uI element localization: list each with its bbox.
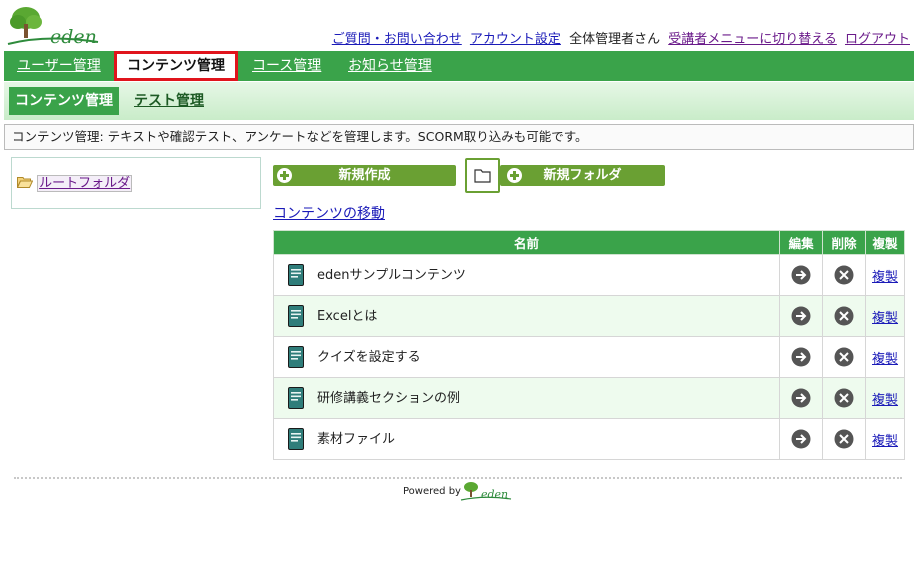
powered-by-label: Powered by bbox=[403, 486, 461, 497]
content-name-cell[interactable]: 素材ファイル bbox=[272, 418, 781, 460]
content-book-icon bbox=[288, 264, 304, 287]
content-name-cell[interactable]: クイズを設定する bbox=[272, 336, 781, 378]
content-name[interactable]: クイズを設定する bbox=[317, 350, 421, 365]
copy-cell: 複製 bbox=[865, 418, 905, 460]
copy-cell: 複製 bbox=[865, 254, 905, 296]
content-name-cell[interactable]: 研修講義セクションの例 bbox=[272, 377, 781, 419]
move-contents-link[interactable]: コンテンツの移動 bbox=[273, 203, 385, 223]
content-name[interactable]: edenサンプルコンテンツ bbox=[317, 268, 466, 283]
content-name[interactable]: Excelとは bbox=[317, 309, 377, 324]
arrow-right-icon[interactable] bbox=[791, 306, 811, 326]
folder-icon bbox=[474, 169, 491, 183]
content-name[interactable]: 素材ファイル bbox=[317, 432, 395, 447]
copy-link[interactable]: 複製 bbox=[872, 352, 898, 367]
arrow-right-icon[interactable] bbox=[791, 429, 811, 449]
tab-course-management[interactable]: コース管理 bbox=[252, 51, 321, 81]
delete-x-icon[interactable] bbox=[834, 388, 854, 408]
logo-text: eden bbox=[50, 26, 97, 48]
content-name-cell[interactable]: edenサンプルコンテンツ bbox=[272, 254, 781, 296]
delete-cell bbox=[822, 295, 867, 337]
delete-cell bbox=[822, 336, 867, 378]
delete-x-icon[interactable] bbox=[834, 347, 854, 367]
header: eden ご質問・お問い合わせ アカウント設定 全体管理者さん 受講者メニューに… bbox=[0, 0, 916, 48]
footer-logo-text: eden bbox=[481, 488, 508, 501]
copy-cell: 複製 bbox=[865, 336, 905, 378]
copy-cell: 複製 bbox=[865, 295, 905, 337]
edit-cell bbox=[779, 295, 824, 337]
switch-learner-menu-link[interactable]: 受講者メニューに切り替える bbox=[668, 32, 837, 47]
arrow-right-icon[interactable] bbox=[791, 265, 811, 285]
delete-x-icon[interactable] bbox=[834, 306, 854, 326]
contents-table: 名前 編集 削除 複製 edenサンプルコンテンツ 複製 Excelとは 複製 クイズを… bbox=[272, 230, 905, 460]
new-folder-button[interactable]: 新規フォルダ bbox=[500, 165, 665, 186]
content-book-icon bbox=[288, 428, 304, 451]
table-row: 研修講義セクションの例 複製 bbox=[272, 377, 905, 419]
col-delete-header: 削除 bbox=[822, 230, 867, 255]
subtab-test-management[interactable]: テスト管理 bbox=[134, 87, 204, 115]
subtab-content-management[interactable]: コンテンツ管理 bbox=[9, 87, 119, 115]
content-book-icon bbox=[288, 346, 304, 369]
account-settings-link[interactable]: アカウント設定 bbox=[470, 32, 561, 47]
edit-cell bbox=[779, 336, 824, 378]
table-row: edenサンプルコンテンツ 複製 bbox=[272, 254, 905, 296]
tab-user-management[interactable]: ユーザー管理 bbox=[17, 51, 101, 81]
footer-divider bbox=[14, 477, 902, 479]
eden-logo[interactable]: eden bbox=[6, 4, 102, 48]
root-folder-link[interactable]: ルートフォルダ bbox=[37, 175, 133, 192]
table-row: Excelとは 複製 bbox=[272, 295, 905, 337]
table-row: 素材ファイル 複製 bbox=[272, 418, 905, 460]
new-create-label: 新規作成 bbox=[338, 168, 391, 183]
logout-link[interactable]: ログアウト bbox=[845, 32, 910, 47]
content-book-icon bbox=[288, 305, 304, 328]
content-name-cell[interactable]: Excelとは bbox=[272, 295, 781, 337]
delete-cell bbox=[822, 254, 867, 296]
folder-icon-button[interactable] bbox=[465, 158, 500, 193]
content-book-icon bbox=[288, 387, 304, 410]
edit-cell bbox=[779, 377, 824, 419]
eden-footer-logo[interactable]: eden bbox=[459, 480, 513, 504]
arrow-right-icon[interactable] bbox=[791, 388, 811, 408]
col-name-header: 名前 bbox=[272, 230, 781, 255]
contact-link[interactable]: ご質問・お問い合わせ bbox=[332, 32, 462, 47]
top-links: ご質問・お問い合わせ アカウント設定 全体管理者さん 受講者メニューに切り替える… bbox=[328, 28, 910, 47]
delete-cell bbox=[822, 377, 867, 419]
folder-open-icon bbox=[17, 177, 33, 188]
tab-content-management[interactable]: コンテンツ管理 bbox=[114, 51, 238, 81]
table-header-row: 名前 編集 削除 複製 bbox=[272, 230, 905, 255]
col-edit-header: 編集 bbox=[779, 230, 824, 255]
table-row: クイズを設定する 複製 bbox=[272, 336, 905, 378]
content-name[interactable]: 研修講義セクションの例 bbox=[317, 391, 460, 406]
delete-x-icon[interactable] bbox=[834, 265, 854, 285]
col-copy-header: 複製 bbox=[865, 230, 905, 255]
tree-node-root[interactable]: ルートフォルダ bbox=[17, 172, 133, 192]
folder-tree: ルートフォルダ bbox=[11, 157, 261, 209]
tab-notice-management[interactable]: お知らせ管理 bbox=[348, 51, 432, 81]
new-create-button[interactable]: 新規作成 bbox=[273, 165, 456, 186]
edit-cell bbox=[779, 254, 824, 296]
main-nav: ユーザー管理 コンテンツ管理 コース管理 お知らせ管理 bbox=[4, 51, 914, 81]
copy-cell: 複製 bbox=[865, 377, 905, 419]
current-user-label: 全体管理者さん bbox=[569, 32, 661, 47]
copy-link[interactable]: 複製 bbox=[872, 311, 898, 326]
delete-cell bbox=[822, 418, 867, 460]
arrow-right-icon[interactable] bbox=[791, 347, 811, 367]
sub-nav: コンテンツ管理 テスト管理 bbox=[4, 82, 914, 120]
copy-link[interactable]: 複製 bbox=[872, 434, 898, 449]
delete-x-icon[interactable] bbox=[834, 429, 854, 449]
copy-link[interactable]: 複製 bbox=[872, 270, 898, 285]
edit-cell bbox=[779, 418, 824, 460]
copy-link[interactable]: 複製 bbox=[872, 393, 898, 408]
page-description: コンテンツ管理: テキストや確認テスト、アンケートなどを管理します。SCORM取… bbox=[4, 124, 914, 150]
new-folder-label: 新規フォルダ bbox=[543, 168, 622, 183]
